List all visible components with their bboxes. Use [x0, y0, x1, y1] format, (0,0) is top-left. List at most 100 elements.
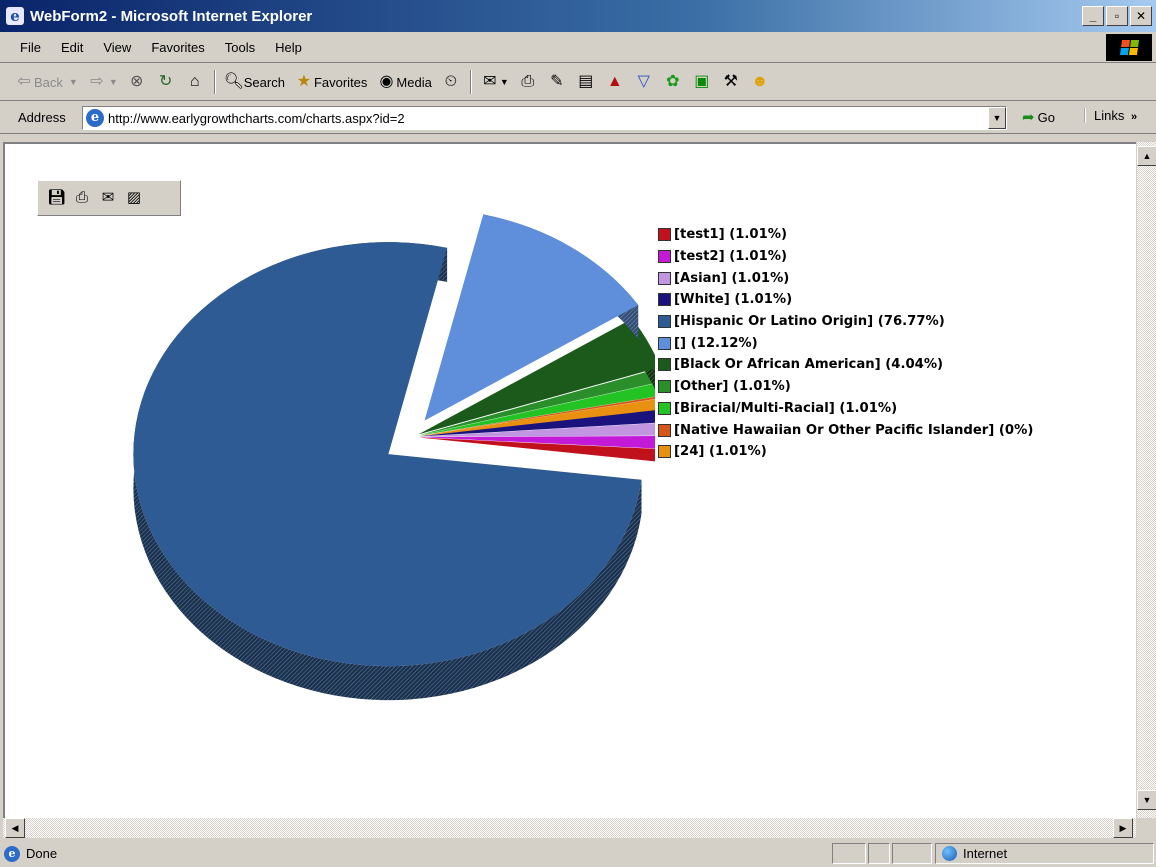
standard-toolbar: ⇦ Back ▼ ⇨ ▼ ⊗ ↻ ⌂ 🔍︎ Search ★ Favorites… — [0, 64, 1156, 101]
page-status-icon: e — [4, 845, 20, 862]
stop-icon: ⊗ — [130, 73, 144, 90]
refresh-button[interactable]: ↻ — [156, 72, 176, 92]
maximize-button[interactable]: ▫ — [1106, 6, 1128, 26]
forward-dropdown-icon[interactable]: ▼ — [109, 77, 118, 87]
home-button[interactable]: ⌂ — [185, 72, 205, 92]
legend-item: [test1] (1.01%) — [658, 224, 1033, 246]
legend-item: [Black Or African American] (4.04%) — [658, 354, 1033, 376]
stop-button[interactable]: ⊗ — [127, 72, 147, 92]
page-icon: e — [86, 109, 104, 127]
back-dropdown-icon[interactable]: ▼ — [69, 77, 78, 87]
scroll-down-button[interactable]: ▼ — [1137, 790, 1156, 810]
back-button[interactable]: ⇦ Back ▼ — [14, 72, 78, 92]
smiley-icon: ☻ — [751, 73, 769, 90]
favorites-button[interactable]: ★ Favorites — [294, 72, 368, 92]
history-icon: ⏲ — [444, 73, 458, 90]
go-button[interactable]: ➦ Go — [1022, 108, 1055, 126]
menu-view[interactable]: View — [93, 40, 141, 55]
window-controls: _ ▫ ✕ — [1082, 6, 1152, 26]
links-button[interactable]: Links » — [1084, 108, 1137, 123]
print-button[interactable]: ⎙ — [518, 72, 538, 92]
menu-tools[interactable]: Tools — [215, 40, 265, 55]
globe-icon — [942, 846, 957, 861]
legend-swatch — [658, 336, 671, 350]
menu-help[interactable]: Help — [265, 40, 312, 55]
smiley-button[interactable]: ☻ — [750, 72, 770, 92]
legend-label: [Other] (1.01%) — [674, 379, 791, 395]
legend-item: [Other] (1.01%) — [658, 376, 1033, 398]
legend-item: [test2] (1.01%) — [658, 246, 1033, 268]
horizontal-scrollbar[interactable]: ◀ ▶ — [3, 818, 1136, 838]
mail-button[interactable]: ✉ ▼ — [480, 72, 509, 92]
edit-icon: ✎ — [550, 73, 564, 90]
toolbar-separator — [213, 70, 216, 94]
scrollbar-corner — [1136, 818, 1156, 838]
search-icon: 🔍︎ — [223, 73, 245, 90]
status-panel — [868, 843, 890, 864]
scroll-right-button[interactable]: ▶ — [1113, 818, 1133, 838]
legend-swatch — [658, 271, 671, 285]
print-icon: ⎙ — [521, 73, 535, 90]
legend-swatch — [658, 445, 671, 459]
status-panel — [892, 843, 932, 864]
extension-icon: ▣ — [694, 73, 710, 90]
tools-icon: ⚒ — [723, 73, 738, 90]
menu-favorites[interactable]: Favorites — [141, 40, 214, 55]
windows-logo-icon — [1106, 34, 1152, 61]
legend-label: [test2] (1.01%) — [674, 249, 788, 265]
back-arrow-icon: ⇦ — [17, 73, 31, 90]
zone-label: Internet — [963, 846, 1008, 861]
chart-legend: [test1] (1.01%) [test2] (1.01%) [Asian] (1… — [658, 224, 1033, 463]
links-label: Links — [1094, 108, 1125, 123]
menu-edit[interactable]: Edit — [51, 40, 93, 55]
legend-item: [White] (1.01%) — [658, 289, 1033, 311]
legend-item: [Native Hawaiian Or Other Pacific Island… — [658, 419, 1033, 441]
legend-swatch — [658, 401, 671, 415]
favorites-icon: ★ — [296, 73, 312, 90]
legend-swatch — [658, 315, 671, 329]
toolbar-separator — [469, 70, 472, 94]
address-field[interactable]: e http://www.earlygrowthcharts.com/chart… — [82, 106, 1007, 130]
legend-swatch — [658, 228, 671, 242]
history-button[interactable]: ⏲ — [441, 72, 461, 92]
minimize-button[interactable]: _ — [1082, 6, 1104, 26]
filter-button[interactable]: ▽ — [634, 72, 654, 92]
legend-label: [White] (1.01%) — [674, 292, 793, 308]
mail-dropdown-icon: ▼ — [499, 77, 509, 87]
legend-item: [24] (1.01%) — [658, 441, 1033, 463]
legend-item: [] (12.12%) — [658, 332, 1033, 354]
search-button[interactable]: 🔍︎ Search — [224, 72, 285, 92]
legend-label: [] (12.12%) — [674, 335, 758, 351]
scroll-left-button[interactable]: ◀ — [5, 818, 25, 838]
research-icon: ▲ — [606, 73, 623, 90]
tools-button[interactable]: ⚒ — [721, 72, 741, 92]
legend-label: [Native Hawaiian Or Other Pacific Island… — [674, 422, 1034, 438]
menu-file[interactable]: File — [10, 40, 51, 55]
title-bar: e WebForm2 - Microsoft Internet Explorer… — [0, 0, 1156, 32]
discuss-icon: ▤ — [578, 73, 594, 90]
go-label: Go — [1037, 109, 1055, 125]
research-button[interactable]: ▲ — [605, 72, 625, 92]
chevron-right-icon: » — [1130, 111, 1138, 123]
favorites-label: Favorites — [313, 74, 368, 90]
legend-swatch — [658, 293, 671, 307]
address-bar: Address e http://www.earlygrowthcharts.c… — [0, 102, 1156, 134]
legend-label: [Hispanic Or Latino Origin] (76.77%) — [674, 314, 945, 330]
forward-button[interactable]: ⇨ ▼ — [87, 72, 118, 92]
ie-icon: e — [6, 7, 24, 25]
go-arrow-icon: ➦ — [1022, 109, 1035, 126]
discuss-button[interactable]: ▤ — [576, 72, 596, 92]
edit-button[interactable]: ✎ — [547, 72, 567, 92]
page-content: 💾︎ ⎙ ✉ ▨ [test1] (1.01%) [test2] (1.01%)[… — [3, 142, 1136, 820]
media-button[interactable]: ◉ Media — [376, 72, 431, 92]
address-url[interactable]: http://www.earlygrowthcharts.com/charts.… — [108, 111, 405, 126]
address-dropdown-button[interactable]: ▼ — [988, 107, 1006, 129]
extension-button[interactable]: ▣ — [692, 72, 712, 92]
legend-label: [24] (1.01%) — [674, 444, 767, 460]
mail-icon: ✉ — [483, 73, 497, 90]
messenger-button[interactable]: ✿ — [663, 72, 683, 92]
close-button[interactable]: ✕ — [1130, 6, 1152, 26]
vertical-scrollbar[interactable]: ▲ ▼ — [1136, 142, 1156, 820]
refresh-icon: ↻ — [159, 73, 173, 90]
scroll-up-button[interactable]: ▲ — [1137, 146, 1156, 166]
